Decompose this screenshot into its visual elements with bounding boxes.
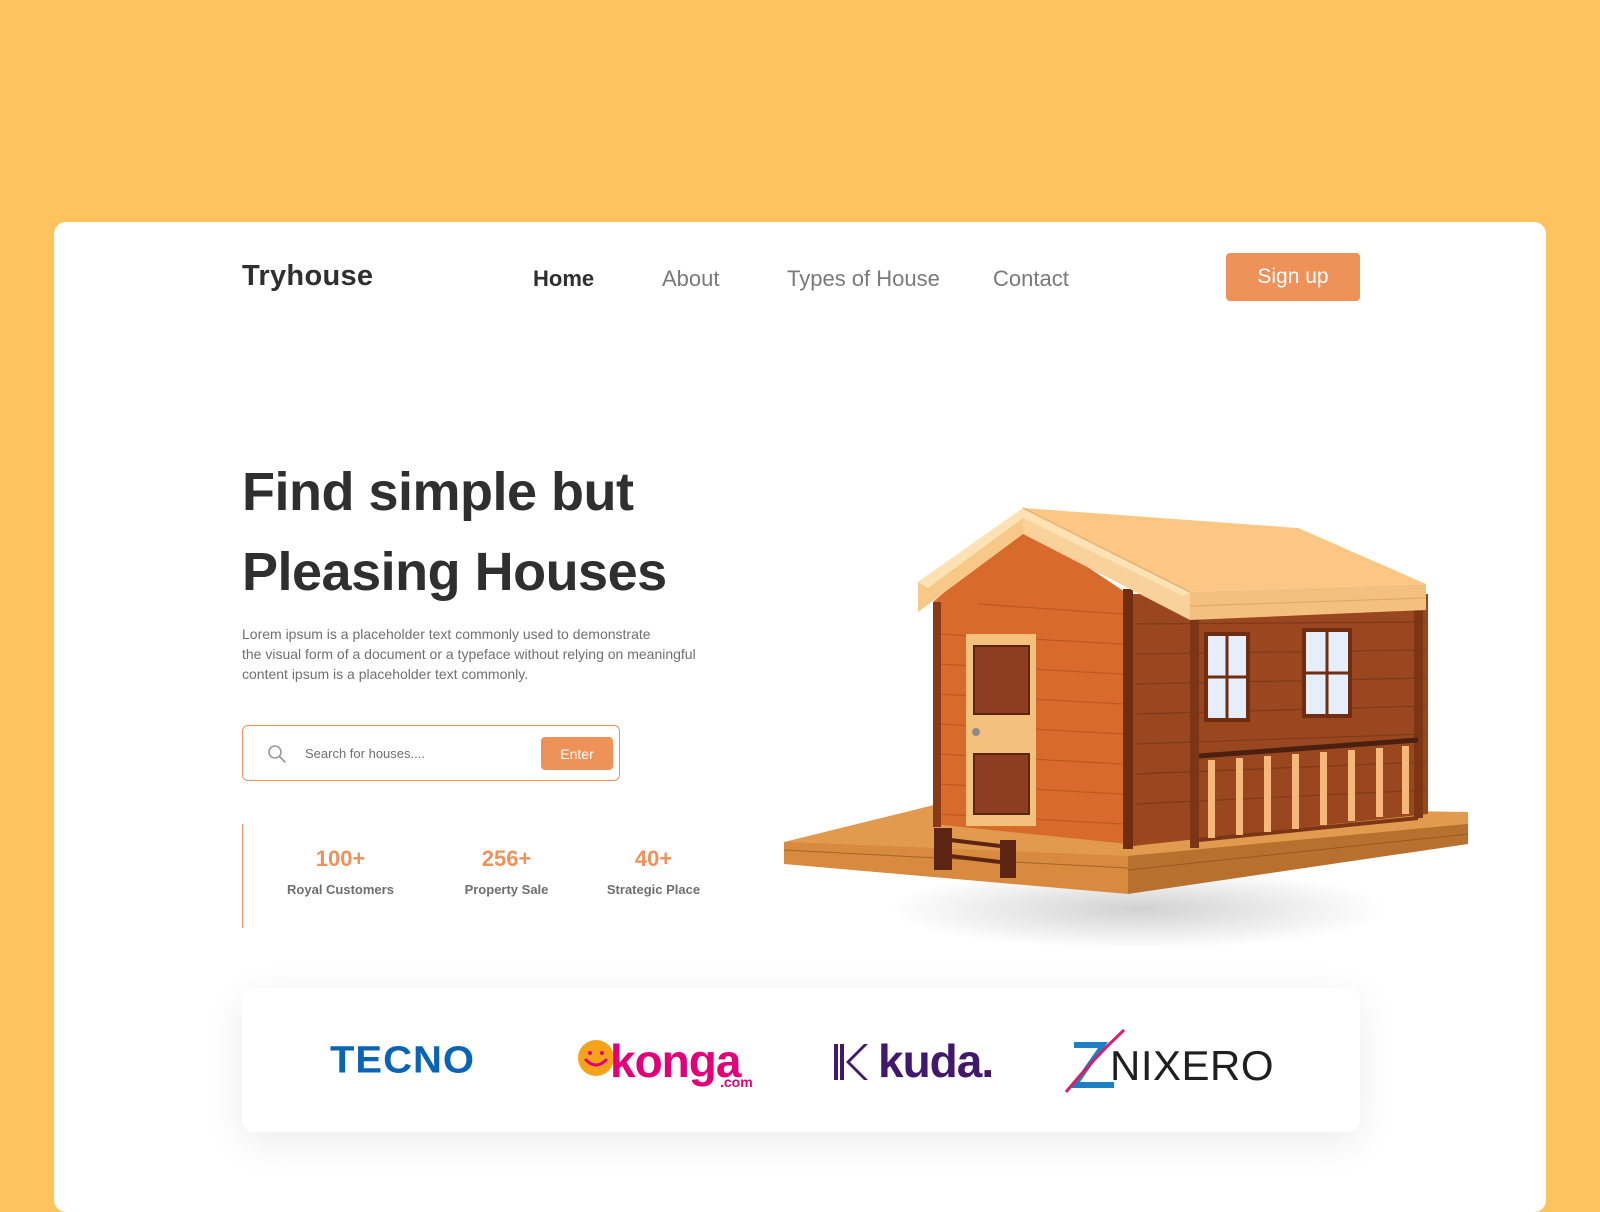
hero-headline: Find simple but Pleasing Houses [242,452,667,612]
signup-button[interactable]: Sign up [1226,253,1360,301]
brand-logo[interactable]: Tryhouse [242,260,373,293]
search-bar: Enter [242,725,620,781]
tecno-logo: TECNO [330,1039,475,1081]
headline-line-2: Pleasing Houses [242,542,667,602]
stat-value: 100+ [315,846,366,871]
kuda-wordmark: kuda. [878,1035,994,1087]
partner-logos: TECNO konga .com kuda. NIXERO [242,988,1360,1132]
house-illustration [783,507,1469,949]
headline-line-1: Find simple but [242,462,634,522]
nav-types-of-house[interactable]: Types of House [787,266,940,292]
nixero-logo: NIXERO [1064,1028,1274,1098]
hero-description: Lorem ipsum is a placeholder text common… [242,624,752,684]
landing-card: Tryhouse Home About Types of House Conta… [54,222,1546,1212]
stat-property-sale: 256+ Property Sale [459,846,554,897]
search-input[interactable] [305,740,525,766]
nav-about[interactable]: About [662,266,720,292]
stat-royal-customers: 100+ Royal Customers [283,846,398,897]
kuda-k-icon [834,1044,868,1080]
stat-strategic-place: 40+ Strategic Place [601,846,706,897]
stats-block: 100+ Royal Customers 256+ Property Sale … [242,824,700,928]
konga-suffix: .com [720,1074,753,1090]
stat-value: 256+ [481,846,532,871]
nav-home[interactable]: Home [533,266,594,292]
stat-label: Property Sale [464,882,549,897]
konga-logo: konga .com [576,1032,756,1092]
description-line: the visual form of a document or a typef… [242,646,696,662]
stat-label: Royal Customers [287,882,394,897]
stat-value: 40+ [634,846,673,871]
kuda-logo: kuda. [834,1035,1004,1088]
stat-label: Strategic Place [606,882,701,897]
search-icon [268,745,286,763]
enter-button[interactable]: Enter [541,737,613,770]
nav-contact[interactable]: Contact [993,266,1069,292]
description-line: content ipsum is a placeholder text comm… [242,666,529,682]
nixero-wordmark: NIXERO [1110,1042,1275,1089]
description-line: Lorem ipsum is a placeholder text common… [242,626,651,642]
